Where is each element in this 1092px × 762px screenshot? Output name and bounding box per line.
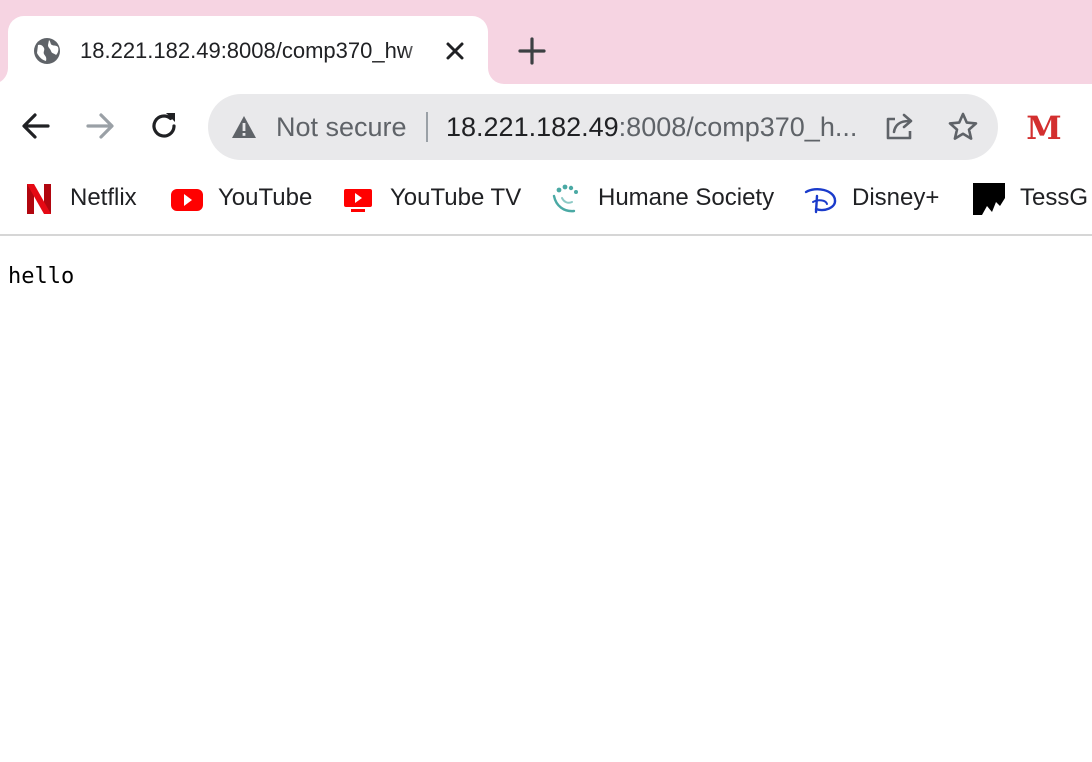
bookmark-label: Disney+: [852, 184, 940, 211]
security-label[interactable]: Not secure: [276, 111, 407, 143]
bookmark-label: TessG |: [1020, 184, 1092, 211]
youtube-tv-icon: [344, 189, 372, 212]
close-icon[interactable]: [442, 38, 468, 64]
reload-icon[interactable]: [146, 108, 182, 144]
globe-icon: [34, 38, 60, 64]
forward-arrow-icon[interactable]: [82, 108, 118, 144]
netflix-icon: [27, 184, 51, 214]
tab-strip: 18.221.182.49:8008/comp370_hw: [0, 0, 1092, 84]
star-icon[interactable]: [946, 110, 980, 144]
url-path: :8008/comp370_h...: [618, 112, 858, 142]
tab-title-fade: [404, 36, 432, 66]
disney-plus-icon: [804, 188, 837, 214]
bookmark-label: Netflix: [70, 184, 137, 211]
plus-icon[interactable]: [516, 35, 548, 67]
humane-society-icon: [552, 184, 578, 213]
url-host: 18.221.182.49: [446, 112, 619, 142]
back-arrow-icon[interactable]: [18, 108, 54, 144]
bookmark-label: Humane Society: [598, 184, 775, 211]
page-content: hello: [0, 236, 1092, 762]
profile-avatar-icon[interactable]: M: [1024, 110, 1064, 146]
active-tab[interactable]: 18.221.182.49:8008/comp370_hw: [8, 16, 488, 84]
omnibox-divider: [426, 112, 428, 142]
share-icon[interactable]: [882, 110, 916, 144]
url-text[interactable]: 18.221.182.49:8008/comp370_h...: [446, 111, 862, 143]
warning-icon[interactable]: [230, 113, 258, 141]
tab-title: 18.221.182.49:8008/comp370_hw: [80, 38, 413, 63]
address-bar[interactable]: Not secure 18.221.182.49:8008/comp370_h.…: [208, 94, 998, 160]
page-body-text: hello: [8, 264, 75, 289]
bookmark-label: YouTube: [218, 184, 313, 211]
toolbar: Not secure 18.221.182.49:8008/comp370_h.…: [0, 84, 1092, 170]
bookmarks-bar: Netflix YouTube YouTube TV Humane Societ…: [0, 170, 1092, 236]
youtube-icon: [171, 189, 203, 211]
bookmark-label: YouTube TV: [390, 184, 522, 211]
tessg-icon: [973, 183, 1005, 215]
